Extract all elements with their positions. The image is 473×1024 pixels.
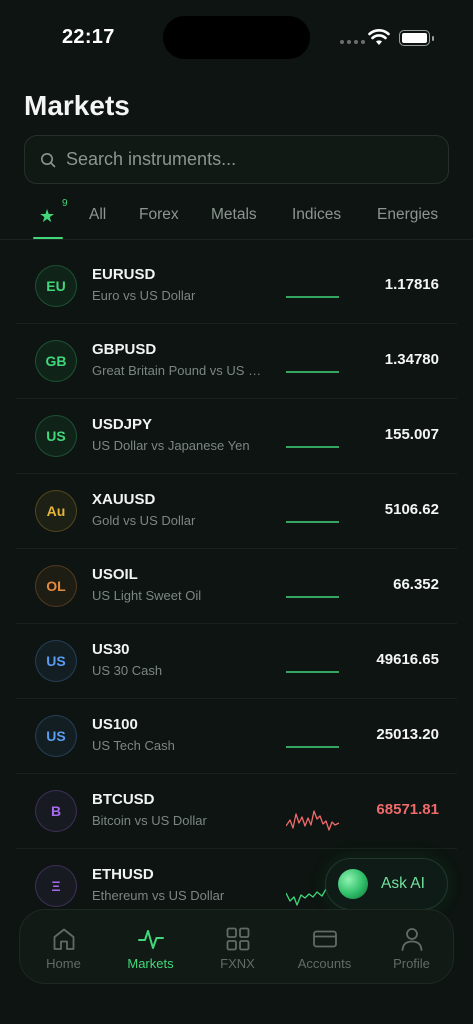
cellular-signal-icon	[340, 40, 365, 44]
category-tabs: ★ 9 All Forex Metals Indices Energies	[0, 196, 473, 240]
instrument-badge: US	[35, 640, 77, 682]
tab-all[interactable]: All	[89, 206, 106, 224]
tab-metals[interactable]: Metals	[211, 206, 257, 224]
star-icon: ★	[39, 206, 56, 226]
instrument-price: 155.007	[384, 426, 439, 443]
tab-favorites[interactable]: ★ 9	[33, 198, 68, 240]
battery-icon	[399, 30, 434, 46]
instrument-price: 25013.20	[376, 726, 439, 743]
search-icon	[41, 152, 56, 167]
instrument-price: 5106.62	[384, 501, 439, 518]
tab-indices[interactable]: Indices	[292, 206, 341, 224]
nav-home[interactable]: Home	[20, 910, 107, 985]
instrument-name: US Dollar vs Japanese Yen	[92, 438, 250, 453]
nav-label-home: Home	[46, 956, 81, 971]
instrument-symbol: USDJPY	[92, 416, 153, 433]
instrument-symbol: BTCUSD	[92, 791, 155, 808]
instrument-name: US 30 Cash	[92, 663, 163, 678]
instrument-row-gbpusd[interactable]: GB GBPUSD Great Britain Pound vs US Doll…	[16, 324, 457, 399]
nav-label-accounts: Accounts	[297, 956, 352, 971]
instrument-symbol: XAUUSD	[92, 491, 156, 508]
sparkline-chart	[286, 671, 339, 673]
instrument-row-usoil[interactable]: OL USOIL US Light Sweet Oil 66.352	[16, 549, 457, 624]
nav-markets[interactable]: Markets	[107, 910, 194, 985]
instrument-symbol: ETHUSD	[92, 866, 154, 883]
ask-ai-button[interactable]: Ask AI	[325, 858, 448, 910]
nav-profile[interactable]: Profile	[368, 910, 455, 985]
tab-energies[interactable]: Energies	[377, 206, 438, 224]
wifi-icon	[368, 29, 390, 45]
instrument-name: Bitcoin vs US Dollar	[92, 813, 207, 828]
instrument-name: Gold vs US Dollar	[92, 513, 196, 528]
instrument-badge: GB	[35, 340, 77, 382]
dynamic-island	[163, 16, 310, 59]
instrument-name: Ethereum vs US Dollar	[92, 888, 225, 903]
instrument-symbol: GBPUSD	[92, 341, 157, 358]
sparkline-chart	[286, 371, 339, 373]
instrument-price: 66.352	[393, 576, 439, 593]
instrument-symbol: EURUSD	[92, 266, 156, 283]
nav-label-profile: Profile	[393, 956, 430, 971]
instrument-badge: Au	[35, 490, 77, 532]
instrument-badge: US	[35, 415, 77, 457]
instrument-name: Euro vs US Dollar	[92, 288, 196, 303]
nav-label-fxnx: FXNX	[220, 956, 255, 971]
sparkline-chart	[286, 596, 339, 598]
instrument-row-btcusd[interactable]: B BTCUSD Bitcoin vs US Dollar 68571.81	[16, 774, 457, 849]
sparkline-chart	[286, 296, 339, 298]
search-input[interactable]	[66, 149, 426, 170]
instrument-badge: B	[35, 790, 77, 832]
instrument-row-eurusd[interactable]: EU EURUSD Euro vs US Dollar 1.17816	[16, 249, 457, 324]
status-time: 22:17	[62, 26, 115, 48]
instrument-price: 1.34780	[384, 351, 439, 368]
card-icon	[313, 930, 337, 948]
page-title: Markets	[24, 90, 130, 121]
ai-orb-icon	[338, 869, 368, 899]
instrument-price: 49616.65	[376, 651, 439, 668]
instrument-name: Great Britain Pound vs US Dollar	[92, 363, 268, 378]
instrument-badge: Ξ	[35, 865, 77, 907]
tab-forex[interactable]: Forex	[139, 206, 179, 224]
instrument-row-us100[interactable]: US US100 US Tech Cash 25013.20	[16, 699, 457, 774]
instrument-symbol: US30	[92, 641, 130, 658]
sparkline-chart	[286, 746, 339, 748]
instrument-price: 68571.81	[376, 801, 439, 818]
instrument-badge: US	[35, 715, 77, 757]
bottom-nav: Home Markets FXNX Accounts Profile	[19, 909, 454, 984]
instrument-price: 1.17816	[384, 276, 439, 293]
status-bar: 22:17	[0, 0, 473, 76]
home-icon	[53, 928, 75, 950]
instrument-badge: EU	[35, 265, 77, 307]
sparkline-chart	[286, 446, 339, 448]
instrument-row-usdjpy[interactable]: US USDJPY US Dollar vs Japanese Yen 155.…	[16, 399, 457, 474]
instrument-symbol: USOIL	[92, 566, 138, 583]
person-icon	[401, 928, 423, 951]
search-bar[interactable]	[24, 135, 449, 184]
ask-ai-label: Ask AI	[381, 875, 425, 892]
instrument-badge: OL	[35, 565, 77, 607]
pulse-icon	[138, 930, 164, 949]
sparkline-chart	[286, 810, 340, 831]
sparkline-chart	[286, 521, 339, 523]
instrument-row-xauusd[interactable]: Au XAUUSD Gold vs US Dollar 5106.62	[16, 474, 457, 549]
nav-fxnx[interactable]: FXNX	[194, 910, 281, 985]
active-tab-indicator	[33, 237, 63, 239]
instrument-name: US Light Sweet Oil	[92, 588, 202, 603]
instrument-symbol: US100	[92, 716, 138, 733]
nav-accounts[interactable]: Accounts	[281, 910, 368, 985]
grid-icon	[226, 927, 250, 951]
instrument-name: US Tech Cash	[92, 738, 175, 753]
favorites-count-badge: 9	[62, 198, 68, 209]
instrument-row-us30[interactable]: US US30 US 30 Cash 49616.65	[16, 624, 457, 699]
nav-label-markets: Markets	[127, 956, 174, 971]
